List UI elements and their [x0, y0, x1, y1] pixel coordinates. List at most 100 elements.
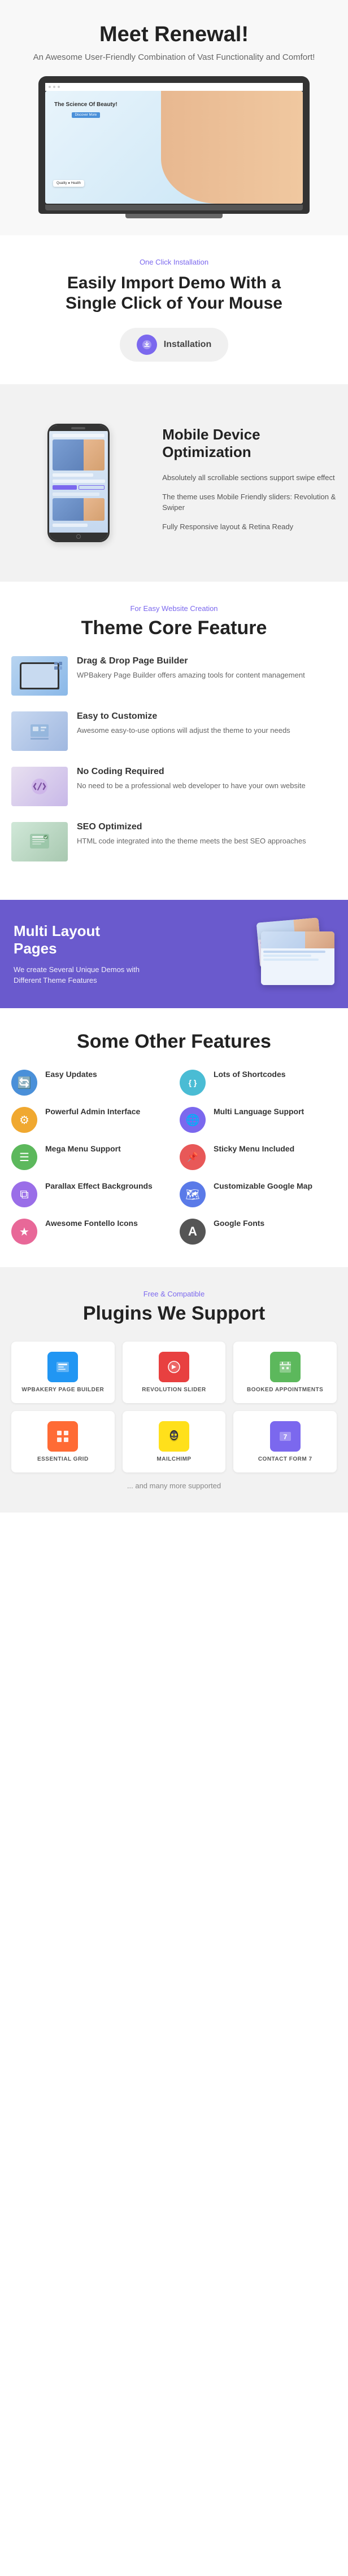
laptop-base [45, 205, 303, 210]
feature-thumb-drag-inner [11, 656, 68, 696]
feature-name-seo: SEO Optimized [77, 822, 306, 832]
feat-icon-shortcodes: { } [180, 1070, 206, 1096]
feature-cell-2: ⚙ Powerful Admin Interface [11, 1107, 168, 1133]
plugins-more-text: ... and many more supported [11, 1482, 337, 1490]
plugin-label-3: ESSENTIAL GRID [37, 1456, 89, 1462]
feature-desc-seo: HTML code integrated into the theme meet… [77, 836, 306, 847]
feature-cell-text-1: Lots of Shortcodes [214, 1070, 286, 1080]
feat-label-6: Parallax Effect Backgrounds [45, 1181, 153, 1190]
phone-btn [53, 485, 77, 490]
plugin-icon-wpbakery [47, 1352, 78, 1382]
plugin-label-4: MAILCHIMP [156, 1456, 191, 1462]
multi-pages-stack [244, 920, 334, 988]
mobile-heading: Mobile Device Optimization [162, 426, 337, 461]
feature-thumb-coding [11, 767, 68, 806]
feature-item-easy: Easy to Customize Awesome easy-to-use op… [11, 711, 337, 751]
svg-text:7: 7 [283, 1433, 287, 1441]
feature-thumb-seo-inner [11, 822, 68, 861]
feature-text-easy: Easy to Customize Awesome easy-to-use op… [77, 711, 290, 736]
thumb-screen [21, 664, 58, 688]
multi-section: Multi Layout Pages We create Several Uni… [0, 900, 348, 1008]
feature-cell-text-3: Multi Language Support [214, 1107, 304, 1117]
phone-mockup [47, 424, 110, 542]
feature-name-easy: Easy to Customize [77, 711, 290, 722]
nav-dot [53, 86, 55, 88]
feat-label-3: Multi Language Support [214, 1107, 304, 1116]
mobile-section: Mobile Device Optimization Absolutely al… [0, 384, 348, 582]
core-heading: Theme Core Feature [11, 617, 337, 639]
feat-icon-googlefonts: A [180, 1219, 206, 1245]
laptop-discover-btn: Discover More [72, 112, 101, 118]
plugins-grid: WPBAKERY PAGE BUILDER REVOLUTION SLIDER [11, 1342, 337, 1472]
laptop-screen-inner: The Science Of Beauty! Discover More Qua… [45, 91, 303, 204]
laptop-stand [125, 214, 223, 218]
feat-icon-admin: ⚙ [11, 1107, 37, 1133]
phone-notch [49, 425, 108, 431]
plugin-card-5: 7 CONTACT FORM 7 [233, 1411, 337, 1472]
other-heading: Some Other Features [11, 1031, 337, 1053]
phone-screen-line [53, 524, 88, 527]
multi-text: Multi Layout Pages We create Several Uni… [14, 922, 168, 986]
install-button[interactable]: Installation [120, 328, 228, 362]
plugin-card-1: REVOLUTION SLIDER [123, 1342, 226, 1403]
feature-cell-9: A Google Fonts [180, 1219, 337, 1245]
page-card-inner-1 [261, 931, 334, 948]
phone-screen-image [53, 439, 105, 471]
plugin-card-4: MAILCHIMP [123, 1411, 226, 1472]
install-button-label: Installation [164, 340, 211, 350]
feature-cell-3: 🌐 Multi Language Support [180, 1107, 337, 1133]
feat-label-1: Lots of Shortcodes [214, 1070, 286, 1079]
laptop-quality-badge: Quality ● Health [53, 180, 84, 187]
multi-visual [180, 920, 334, 988]
install-heading: Easily Import Demo With a Single Click o… [11, 273, 337, 314]
feat-icon-megamenu: ☰ [11, 1144, 37, 1170]
feature-cell-text-9: Google Fonts [214, 1219, 264, 1229]
feature-desc-drag: WPBakery Page Builder offers amazing too… [77, 670, 305, 681]
page-card-1 [261, 931, 334, 985]
feat-icon-updates: 🔄 [11, 1070, 37, 1096]
plugin-label-1: REVOLUTION SLIDER [142, 1387, 206, 1393]
feature-text-drag: Drag & Drop Page Builder WPBakery Page B… [77, 656, 305, 681]
laptop-screen-text: The Science Of Beauty! Discover More [54, 101, 118, 118]
core-tag: For Easy Website Creation [11, 604, 337, 613]
feat-label-5: Sticky Menu Included [214, 1144, 294, 1153]
feature-thumb-easy-inner [11, 711, 68, 751]
install-icon [137, 335, 157, 355]
phone-screen-line [53, 480, 106, 483]
plugin-icon-mailchimp [159, 1421, 189, 1452]
feature-text-coding: No Coding Required No need to be a profe… [77, 767, 306, 792]
install-section: One Click Installation Easily Import Dem… [0, 235, 348, 384]
feat-label-8: Awesome Fontello Icons [45, 1219, 138, 1228]
feature-cell-6: ⧉ Parallax Effect Backgrounds [11, 1181, 168, 1207]
plugin-label-0: WPBAKERY PAGE BUILDER [21, 1387, 104, 1393]
feature-cell-1: { } Lots of Shortcodes [180, 1070, 337, 1096]
plugin-label-5: CONTACT FORM 7 [258, 1456, 312, 1462]
feature-cell-0: 🔄 Easy Updates [11, 1070, 168, 1096]
feature-cell-4: ☰ Mega Menu Support [11, 1144, 168, 1170]
feat-icon-multilang: 🌐 [180, 1107, 206, 1133]
phone-screen-line [53, 493, 99, 496]
feature-item-drag: Drag & Drop Page Builder WPBakery Page B… [11, 656, 337, 696]
core-section: For Easy Website Creation Theme Core Fea… [0, 582, 348, 900]
feat-label-2: Powerful Admin Interface [45, 1107, 140, 1116]
hero-section: Meet Renewal! An Awesome User-Friendly C… [0, 0, 348, 235]
plugin-icon-booked [270, 1352, 301, 1382]
mobile-phone-column [0, 384, 156, 582]
hero-subtitle: An Awesome User-Friendly Combination of … [11, 52, 337, 62]
plugins-heading: Plugins We Support [11, 1303, 337, 1325]
laptop-screen-title: The Science Of Beauty! [54, 101, 118, 108]
feat-label-0: Easy Updates [45, 1070, 97, 1079]
feature-desc-coding: No need to be a professional web develop… [77, 780, 306, 792]
feature-text-seo: SEO Optimized HTML code integrated into … [77, 822, 306, 847]
phone-screen [49, 431, 108, 533]
feat-icon-sticky: 📌 [180, 1144, 206, 1170]
nav-dot [58, 86, 60, 88]
mobile-text-column: Mobile Device Optimization Absolutely al… [156, 384, 348, 582]
plugin-card-3: ESSENTIAL GRID [11, 1411, 115, 1472]
feature-cell-text-8: Awesome Fontello Icons [45, 1219, 138, 1229]
multi-desc: We create Several Unique Demos with Diff… [14, 964, 168, 986]
feature-cell-8: ★ Awesome Fontello Icons [11, 1219, 168, 1245]
feature-thumb-seo [11, 822, 68, 861]
feature-thumb-coding-inner [11, 767, 68, 806]
feature-cell-5: 📌 Sticky Menu Included [180, 1144, 337, 1170]
